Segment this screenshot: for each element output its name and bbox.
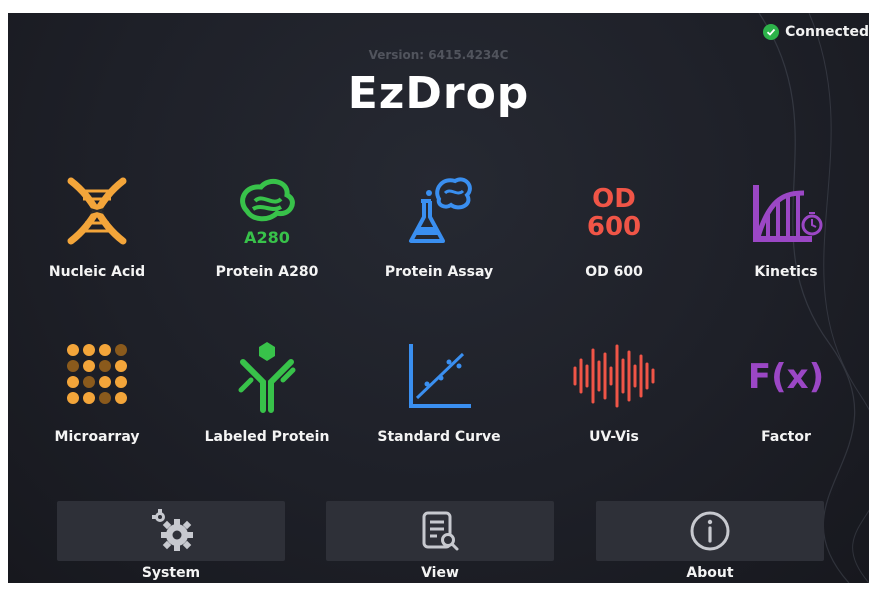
tile-uv-vis[interactable]: UV-Vis [529,331,699,461]
od600-icon: OD 600 [569,166,659,256]
svg-text:A280: A280 [244,228,290,247]
tile-od600[interactable]: OD 600 OD 600 [529,166,699,296]
tile-labeled-protein[interactable]: Labeled Protein [182,331,352,461]
check-circle-icon [763,24,780,40]
tile-label: Nucleic Acid [48,264,146,280]
microarray-icon [52,331,142,421]
tile-label: Protein A280 [215,264,319,280]
version-text: Version: 6415.4234C [368,48,509,62]
tile-protein-assay[interactable]: Protein Assay [354,166,524,296]
svg-text:600: 600 [587,212,641,242]
view-label: View [421,565,459,581]
factor-icon: F(x) [741,331,831,421]
tile-label: Protein Assay [384,264,494,280]
tile-label: OD 600 [585,264,643,280]
about-button[interactable] [596,501,824,561]
tile-factor[interactable]: F(x) Factor [701,331,869,461]
tile-standard-curve[interactable]: Standard Curve [354,331,524,461]
svg-text:F(x): F(x) [748,357,824,397]
tile-label: Microarray [54,429,140,445]
tile-microarray[interactable]: Microarray [12,331,182,461]
app-title: EzDrop [347,68,530,119]
waveform-icon [569,331,659,421]
info-icon [690,511,730,551]
view-button[interactable] [326,501,554,561]
dna-icon [52,166,142,256]
system-label: System [141,565,201,581]
protein-a280-icon: A280 [222,166,312,256]
standard-curve-icon [394,331,484,421]
tile-label: Labeled Protein [204,429,330,445]
tile-label: UV-Vis [589,429,639,445]
tile-protein-a280[interactable]: A280 Protein A280 [182,166,352,296]
flask-icon [394,166,484,256]
tile-nucleic-acid[interactable]: Nucleic Acid [12,166,182,296]
document-search-icon [422,511,459,551]
svg-text:OD: OD [592,184,636,214]
about-label: About [686,565,734,581]
kinetics-icon [741,166,831,256]
system-button[interactable] [57,501,285,561]
gear-icon [152,509,193,551]
tile-label: Standard Curve [377,429,501,445]
status-text: Connected [785,24,869,40]
tile-label: Factor [761,429,811,445]
tile-kinetics[interactable]: Kinetics [701,166,869,296]
connection-status: Connected [763,21,869,43]
app-screen: Connected Version: 6415.4234C EzDrop Nuc… [8,13,869,583]
antibody-icon [222,331,312,421]
tile-label: Kinetics [754,264,818,280]
